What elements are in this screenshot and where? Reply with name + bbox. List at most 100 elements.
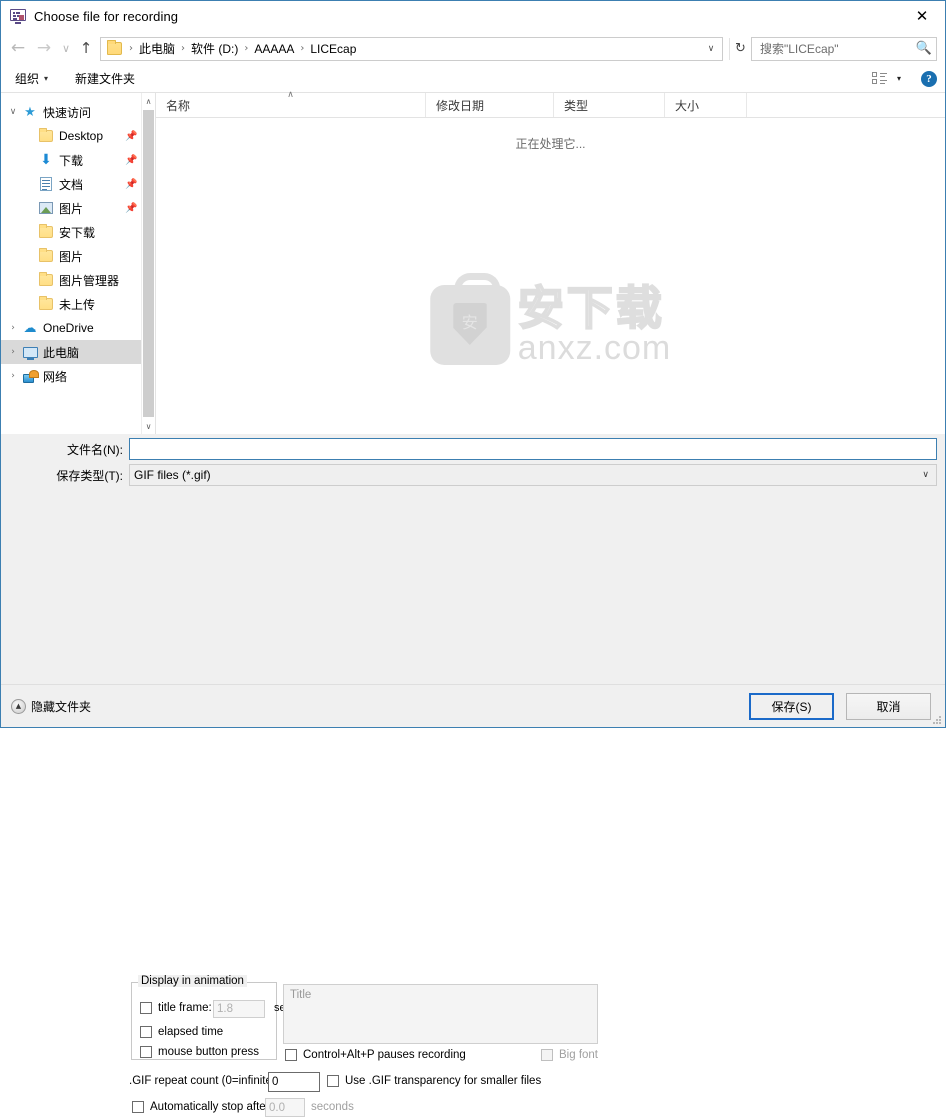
watermark-bag-icon: 安 — [429, 273, 510, 365]
repeat-count-value: 0 — [272, 1076, 279, 1088]
new-folder-button[interactable]: 新建文件夹 — [75, 70, 144, 87]
auto-stop-checkbox[interactable] — [132, 1101, 144, 1113]
chevron-down-icon: ▾ — [44, 74, 49, 83]
breadcrumb-item-2[interactable]: AAAAA — [253, 42, 295, 56]
mouse-button-press-checkbox[interactable] — [140, 1046, 152, 1058]
help-icon[interactable]: ? — [921, 70, 937, 87]
folder-icon — [37, 128, 55, 144]
sidebar-item-5[interactable]: 安下载 — [1, 220, 155, 244]
watermark-text: 安下载 anxz.com — [517, 284, 672, 367]
watermark-en-text: anxz.com — [517, 329, 672, 367]
up-button[interactable]: ↑ — [75, 36, 97, 62]
network-icon — [21, 368, 39, 384]
sidebar-item-3[interactable]: 文档 📌 — [1, 172, 155, 196]
pin-icon[interactable]: 📌 — [125, 203, 139, 214]
sidebar-item-label: 此电脑 — [43, 345, 80, 360]
gif-transparency-checkbox[interactable] — [327, 1075, 339, 1087]
refresh-icon[interactable]: ↻ — [729, 37, 751, 60]
sidebar-item-1[interactable]: Desktop 📌 — [1, 124, 155, 148]
auto-stop-seconds-input[interactable]: 0.0 — [265, 1098, 305, 1117]
sidebar-item-7[interactable]: 图片管理器 — [1, 268, 155, 292]
breadcrumb-item-1[interactable]: 软件 (D:) — [190, 40, 239, 57]
hide-folders-button[interactable]: ▲ 隐藏文件夹 — [11, 698, 91, 715]
twisty-icon[interactable]: › — [5, 371, 21, 381]
big-font-checkbox[interactable] — [541, 1049, 553, 1061]
big-font-row: Big font — [541, 1049, 598, 1061]
pause-hotkey-checkbox[interactable] — [285, 1049, 297, 1061]
pin-icon[interactable]: 📌 — [125, 179, 139, 190]
download-icon: ⬇ — [40, 152, 52, 168]
column-header-label: 名称 — [166, 98, 191, 113]
chevron-down-icon[interactable]: ∨ — [700, 38, 722, 60]
twisty-icon[interactable]: › — [5, 323, 21, 333]
sidebar-item-0[interactable]: ∨ ★ 快速访问 — [1, 100, 155, 124]
title-text-area[interactable]: Title — [283, 984, 598, 1044]
sidebar-item-8[interactable]: 未上传 — [1, 292, 155, 316]
column-header-1[interactable]: 修改日期 — [426, 93, 554, 117]
resize-grip[interactable] — [933, 716, 942, 725]
auto-stop-unit-label: seconds — [311, 1101, 354, 1113]
back-button[interactable]: ← — [5, 36, 31, 62]
pin-icon[interactable]: 📌 — [125, 131, 139, 142]
twisty-icon[interactable]: ∨ — [5, 107, 21, 117]
column-header-2[interactable]: 类型 — [554, 93, 665, 117]
view-options-caret[interactable]: ▾ — [897, 74, 901, 83]
breadcrumb-item-0[interactable]: 此电脑 — [138, 40, 176, 57]
computer-icon — [21, 344, 39, 360]
sidebar-item-label: 网络 — [43, 369, 68, 384]
title-frame-checkbox[interactable] — [140, 1002, 152, 1014]
repeat-count-input[interactable]: 0 — [268, 1072, 320, 1092]
sidebar-item-9[interactable]: › ☁ OneDrive — [1, 316, 155, 340]
file-type-value: GIF files (*.gif) — [134, 468, 211, 482]
column-header-3[interactable]: 大小 — [665, 93, 747, 117]
sidebar-item-label: 快速访问 — [43, 105, 92, 120]
address-bar[interactable]: › 此电脑 › 软件 (D:) › AAAAA › LICEcap ∨ — [100, 36, 723, 61]
folder-icon — [37, 224, 55, 240]
file-name-row: 文件名(N): — [1, 438, 945, 460]
forward-button[interactable]: → — [31, 36, 57, 62]
file-name-input[interactable] — [129, 438, 937, 460]
sidebar-item-11[interactable]: › 网络 — [1, 364, 155, 388]
title-frame-seconds-input[interactable]: 1.8 — [213, 1000, 265, 1018]
file-type-row: 保存类型(T): GIF files (*.gif) ∨ — [1, 464, 945, 486]
big-font-label: Big font — [559, 1049, 598, 1061]
elapsed-time-checkbox[interactable] — [140, 1026, 152, 1038]
view-layout-icon[interactable] — [871, 72, 887, 85]
search-placeholder: 搜索"LICEcap" — [760, 42, 839, 56]
sidebar-item-4[interactable]: 图片 📌 — [1, 196, 155, 220]
recent-locations-button[interactable]: ∨ — [57, 36, 75, 62]
sort-ascending-icon: ∧ — [287, 90, 294, 100]
title-frame-row: title frame: — [140, 1002, 212, 1014]
column-header-0[interactable]: 名称 ∧ — [156, 90, 426, 117]
sidebar-item-2[interactable]: ⬇ 下载 📌 — [1, 148, 155, 172]
document-icon — [37, 176, 55, 192]
column-header-label: 大小 — [675, 98, 700, 113]
navigation-bar: ← → ∨ ↑ › 此电脑 › 软件 (D:) › AAAAA › LICEca… — [1, 32, 945, 65]
search-input[interactable]: 搜索"LICEcap" 🔍 — [751, 36, 937, 61]
sidebar-item-10[interactable]: › 此电脑 — [1, 340, 155, 364]
cloud-icon: ☁ — [23, 320, 37, 336]
cancel-button[interactable]: 取消 — [846, 692, 931, 720]
breadcrumb-separator: › — [300, 43, 305, 54]
status-message: 正在处理它... — [515, 137, 586, 151]
file-name-label: 文件名(N): — [67, 442, 123, 457]
organize-button[interactable]: 组织 ▾ — [15, 70, 57, 87]
twisty-icon[interactable]: › — [5, 347, 21, 357]
elapsed-time-label: elapsed time — [158, 1026, 224, 1038]
file-type-select[interactable]: GIF files (*.gif) ∨ — [129, 464, 937, 486]
save-button[interactable]: 保存(S) — [749, 692, 834, 720]
scrollbar-thumb[interactable] — [143, 110, 154, 417]
monitor-icon — [10, 8, 26, 24]
breadcrumb-separator: › — [181, 43, 186, 54]
navigation-pane: ∨ ★ 快速访问 Desktop 📌 ⬇ 下载 📌 文档 📌 图片 📌 安下载 图片 图片管理器 未上传 › ☁ O… — [1, 93, 156, 434]
close-icon[interactable]: ✕ — [899, 1, 945, 31]
pin-icon[interactable]: 📌 — [125, 155, 139, 166]
sidebar-item-6[interactable]: 图片 — [1, 244, 155, 268]
scroll-up-icon[interactable]: ∧ — [142, 93, 155, 109]
column-header-label: 类型 — [564, 98, 589, 113]
breadcrumb-item-3[interactable]: LICEcap — [309, 42, 357, 56]
sidebar-scrollbar[interactable]: ∧ ∨ — [141, 93, 155, 434]
scroll-down-icon[interactable]: ∨ — [142, 418, 155, 434]
auto-stop-unit: seconds — [311, 1101, 354, 1113]
collapse-icon: ▲ — [11, 698, 26, 714]
